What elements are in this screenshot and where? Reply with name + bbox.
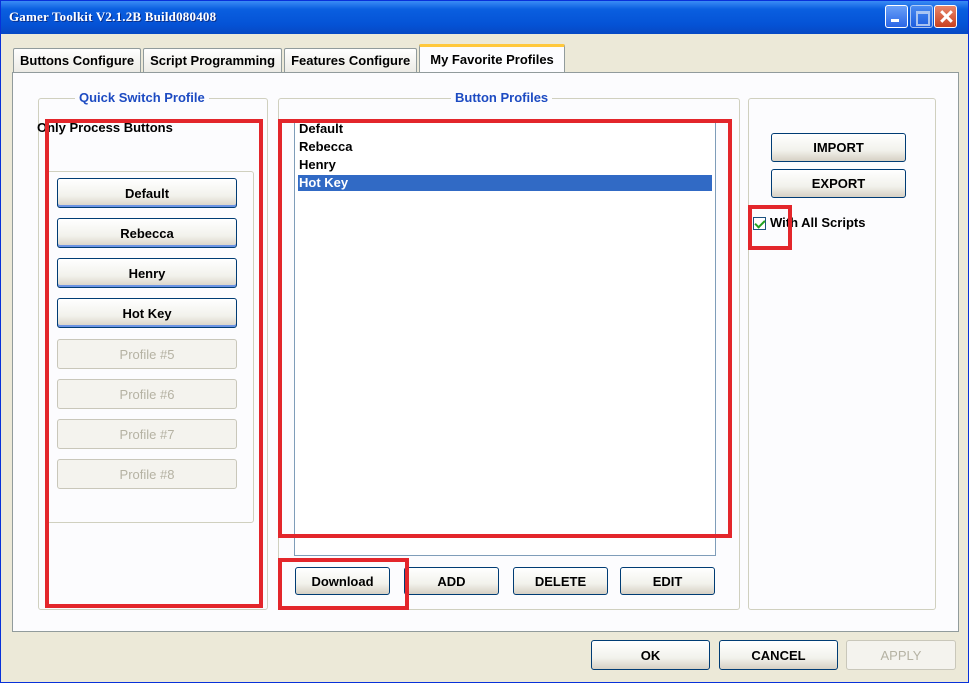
- tab-bar: Buttons Configure Script Programming Fea…: [13, 44, 567, 72]
- button-profiles-title: Button Profiles: [451, 90, 553, 105]
- delete-button[interactable]: DELETE: [513, 567, 608, 595]
- quick-switch-title: Quick Switch Profile: [75, 90, 209, 105]
- ok-button[interactable]: OK: [591, 640, 710, 670]
- import-button[interactable]: IMPORT: [771, 133, 906, 162]
- highlight-quick-switch: [45, 119, 263, 608]
- app-window: Gamer Toolkit V2.1.2B Build080408 Button…: [0, 0, 969, 683]
- title-bar[interactable]: Gamer Toolkit V2.1.2B Build080408: [1, 1, 968, 34]
- cancel-button[interactable]: CANCEL: [719, 640, 838, 670]
- apply-button: APPLY: [846, 640, 956, 670]
- highlight-download: [278, 558, 409, 610]
- add-button[interactable]: ADD: [404, 567, 499, 595]
- tab-script-programming[interactable]: Script Programming: [143, 48, 283, 72]
- highlight-checkbox: [748, 205, 792, 250]
- maximize-icon: [910, 5, 933, 28]
- export-button[interactable]: EXPORT: [771, 169, 906, 198]
- highlight-profiles-list: [278, 119, 732, 538]
- tab-buttons-configure[interactable]: Buttons Configure: [13, 48, 142, 72]
- tab-features-configure[interactable]: Features Configure: [284, 48, 418, 72]
- tab-my-favorite-profiles[interactable]: My Favorite Profiles: [419, 44, 565, 72]
- close-icon[interactable]: [934, 5, 957, 28]
- edit-button[interactable]: EDIT: [620, 567, 715, 595]
- minimize-icon[interactable]: [885, 5, 908, 28]
- window-title: Gamer Toolkit V2.1.2B Build080408: [9, 9, 217, 24]
